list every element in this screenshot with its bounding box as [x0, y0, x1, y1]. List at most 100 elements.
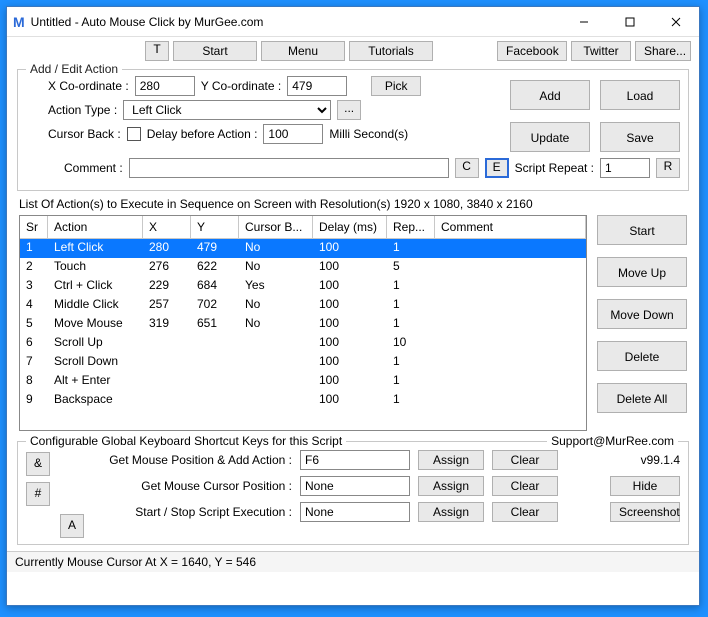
assign-1-button[interactable]: Assign [418, 450, 484, 470]
th-action[interactable]: Action [48, 216, 143, 239]
th-x[interactable]: X [143, 216, 191, 239]
x-coord-input[interactable] [135, 76, 195, 96]
add-edit-legend: Add / Edit Action [26, 62, 122, 76]
cell-x: 319 [143, 315, 191, 334]
shortcut-row1-input[interactable] [300, 450, 410, 470]
cell-cb: No [239, 258, 313, 277]
th-sr[interactable]: Sr [20, 216, 48, 239]
c-button[interactable]: C [455, 158, 479, 178]
support-link[interactable]: Support@MurRee.com [547, 434, 678, 448]
amp-button[interactable]: & [26, 452, 50, 476]
cell-action: Backspace [48, 391, 143, 410]
cell-cb: No [239, 315, 313, 334]
cell-comment [435, 315, 586, 334]
cell-y: 622 [191, 258, 239, 277]
maximize-button[interactable] [607, 8, 653, 36]
clear-1-button[interactable]: Clear [492, 450, 558, 470]
cell-comment [435, 372, 586, 391]
actions-table[interactable]: Sr Action X Y Cursor B... Delay (ms) Rep… [19, 215, 587, 431]
share-button[interactable]: Share... [635, 41, 691, 61]
update-button[interactable]: Update [510, 122, 590, 152]
shortcut-row2-input[interactable] [300, 476, 410, 496]
action-type-more-button[interactable]: ... [337, 100, 361, 120]
shortcut-row3-input[interactable] [300, 502, 410, 522]
menu-button[interactable]: Menu [261, 41, 345, 61]
comment-label: Comment : [64, 161, 123, 175]
minimize-button[interactable] [561, 8, 607, 36]
action-type-select[interactable]: Left Click [123, 100, 331, 120]
cell-cb [239, 372, 313, 391]
cell-cb: No [239, 239, 313, 258]
r-button[interactable]: R [656, 158, 680, 178]
table-row[interactable]: 4Middle Click257702No1001 [20, 296, 586, 315]
table-row[interactable]: 7Scroll Down1001 [20, 353, 586, 372]
cell-cb [239, 391, 313, 410]
table-row[interactable]: 3Ctrl + Click229684Yes1001 [20, 277, 586, 296]
comment-input[interactable] [129, 158, 449, 178]
t-button[interactable]: T [145, 41, 169, 61]
facebook-button[interactable]: Facebook [497, 41, 567, 61]
delete-button[interactable]: Delete [597, 341, 687, 371]
cell-cb [239, 334, 313, 353]
clear-3-button[interactable]: Clear [492, 502, 558, 522]
table-row[interactable]: 6Scroll Up10010 [20, 334, 586, 353]
cell-rep: 1 [387, 239, 435, 258]
save-button[interactable]: Save [600, 122, 680, 152]
add-button[interactable]: Add [510, 80, 590, 110]
delay-input[interactable] [263, 124, 323, 144]
load-button[interactable]: Load [600, 80, 680, 110]
e-button[interactable]: E [485, 158, 509, 178]
tutorials-button[interactable]: Tutorials [349, 41, 433, 61]
th-y[interactable]: Y [191, 216, 239, 239]
delete-all-button[interactable]: Delete All [597, 383, 687, 413]
titlebar[interactable]: M Untitled - Auto Mouse Click by MurGee.… [7, 7, 699, 37]
assign-2-button[interactable]: Assign [418, 476, 484, 496]
a-button[interactable]: A [60, 514, 84, 538]
shortcut-row2-label: Get Mouse Cursor Position : [92, 479, 292, 493]
table-row[interactable]: 5Move Mouse319651No1001 [20, 315, 586, 334]
y-coord-input[interactable] [287, 76, 347, 96]
cell-action: Alt + Enter [48, 372, 143, 391]
add-edit-group: Add / Edit Action X Co-ordinate : Y Co-o… [17, 69, 689, 191]
cell-action: Ctrl + Click [48, 277, 143, 296]
script-repeat-input[interactable] [600, 158, 650, 178]
cursor-back-label: Cursor Back : [48, 127, 121, 141]
cell-cb [239, 353, 313, 372]
hide-button[interactable]: Hide [610, 476, 680, 496]
cell-delay: 100 [313, 277, 387, 296]
close-button[interactable] [653, 8, 699, 36]
cell-action: Move Mouse [48, 315, 143, 334]
cell-comment [435, 334, 586, 353]
hash-button[interactable]: # [26, 482, 50, 506]
script-repeat-label: Script Repeat : [515, 161, 594, 175]
th-delay[interactable]: Delay (ms) [313, 216, 387, 239]
cell-sr: 7 [20, 353, 48, 372]
table-row[interactable]: 2Touch276622No1005 [20, 258, 586, 277]
list-label: List Of Action(s) to Execute in Sequence… [19, 197, 533, 211]
assign-3-button[interactable]: Assign [418, 502, 484, 522]
cell-sr: 3 [20, 277, 48, 296]
pick-button[interactable]: Pick [371, 76, 421, 96]
screenshot-button[interactable]: Screenshot [610, 502, 680, 522]
cell-rep: 5 [387, 258, 435, 277]
table-row[interactable]: 9Backspace1001 [20, 391, 586, 410]
th-cursorback[interactable]: Cursor B... [239, 216, 313, 239]
cell-y [191, 334, 239, 353]
table-row[interactable]: 8Alt + Enter1001 [20, 372, 586, 391]
app-window: M Untitled - Auto Mouse Click by MurGee.… [6, 6, 700, 606]
th-comment[interactable]: Comment [435, 216, 586, 239]
start-side-button[interactable]: Start [597, 215, 687, 245]
shortcut-row1-label: Get Mouse Position & Add Action : [92, 453, 292, 467]
table-row[interactable]: 1Left Click280479No1001 [20, 239, 586, 258]
th-repeat[interactable]: Rep... [387, 216, 435, 239]
cell-delay: 100 [313, 315, 387, 334]
twitter-button[interactable]: Twitter [571, 41, 631, 61]
cursor-back-checkbox[interactable] [127, 127, 141, 141]
move-down-button[interactable]: Move Down [597, 299, 687, 329]
clear-2-button[interactable]: Clear [492, 476, 558, 496]
cell-x [143, 391, 191, 410]
start-top-button[interactable]: Start [173, 41, 257, 61]
cell-x: 257 [143, 296, 191, 315]
cell-sr: 5 [20, 315, 48, 334]
move-up-button[interactable]: Move Up [597, 257, 687, 287]
